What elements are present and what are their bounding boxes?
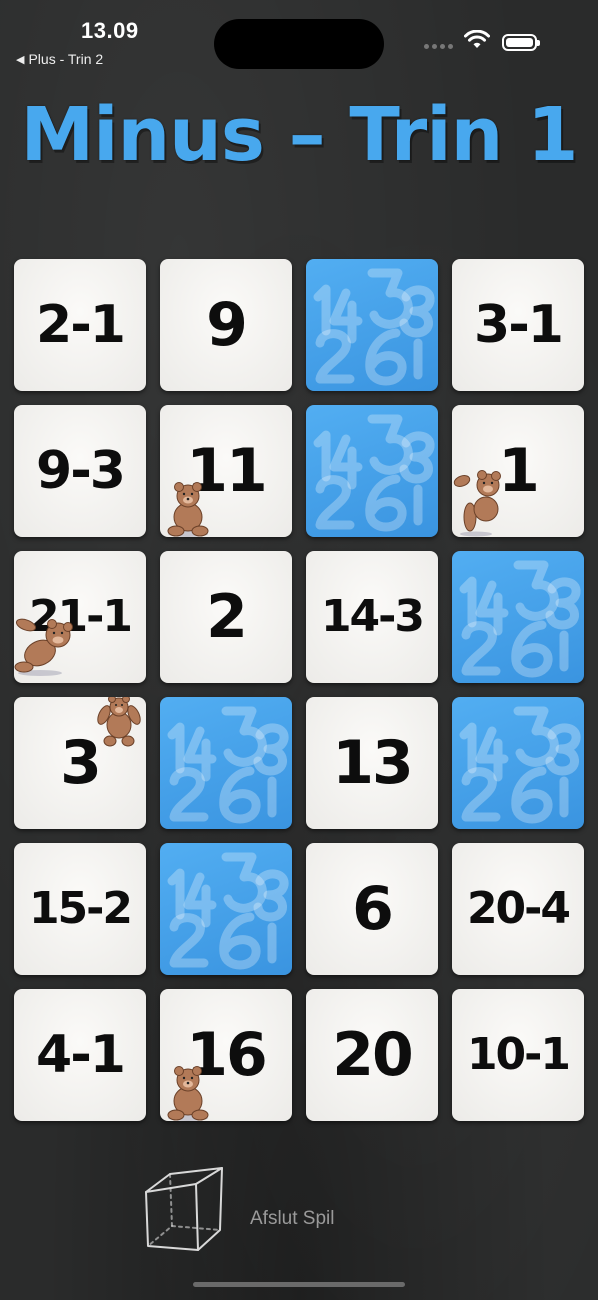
home-indicator[interactable]	[193, 1282, 405, 1287]
quit-game-button[interactable]: Afslut Spil	[250, 1208, 334, 1230]
memory-card[interactable]: 20-4	[452, 843, 584, 975]
memory-card-label: 2	[206, 582, 248, 652]
dynamic-island	[214, 19, 384, 69]
status-time: 13.09	[81, 18, 139, 43]
page-title: Minus – Trin 1	[20, 92, 578, 178]
memory-card-label: 2-1	[36, 295, 126, 355]
memory-card-label: 6	[352, 874, 394, 944]
memory-card-label: 4-1	[36, 1025, 126, 1085]
memory-card-label: 10-1	[466, 1029, 571, 1080]
cellular-signal-icon	[424, 44, 453, 49]
memory-card[interactable]: 21-1	[14, 551, 146, 683]
memory-card-facedown[interactable]	[160, 843, 292, 975]
memory-card-label: 20	[332, 1020, 413, 1090]
memory-card[interactable]: 20	[306, 989, 438, 1121]
memory-card-facedown[interactable]	[452, 697, 584, 829]
back-to-app-link[interactable]: ◀ Plus - Trin 2	[16, 51, 103, 67]
memory-card-label: 15-2	[28, 883, 133, 934]
memory-card[interactable]: 11	[160, 405, 292, 537]
memory-card[interactable]: 9-3	[14, 405, 146, 537]
battery-icon	[502, 34, 540, 51]
back-link-label: Plus - Trin 2	[28, 51, 104, 67]
memory-card-label: 9	[206, 290, 248, 360]
memory-card-label: 20-4	[466, 883, 571, 934]
memory-card[interactable]: 6	[306, 843, 438, 975]
memory-card[interactable]: 3-1	[452, 259, 584, 391]
wifi-icon	[464, 30, 490, 48]
memory-card[interactable]: 1	[452, 405, 584, 537]
memory-card[interactable]: 4-1	[14, 989, 146, 1121]
chalk-cube-icon[interactable]	[140, 1162, 226, 1258]
memory-card-label: 13	[332, 728, 413, 798]
memory-card[interactable]: 2-1	[14, 259, 146, 391]
teddy-bear-icon	[167, 482, 209, 537]
memory-card-label: 9-3	[36, 441, 126, 501]
memory-card-facedown[interactable]	[306, 259, 438, 391]
back-chevron-icon: ◀	[16, 53, 25, 66]
teddy-bear-icon	[167, 1066, 209, 1121]
memory-card[interactable]: 16	[160, 989, 292, 1121]
memory-card-label: 3-1	[474, 295, 564, 355]
memory-card-facedown[interactable]	[306, 405, 438, 537]
memory-card-label: 14-3	[320, 591, 425, 642]
memory-card[interactable]: 13	[306, 697, 438, 829]
memory-card[interactable]: 9	[160, 259, 292, 391]
memory-card[interactable]: 3	[14, 697, 146, 829]
memory-card[interactable]: 2	[160, 551, 292, 683]
memory-card[interactable]: 14-3	[306, 551, 438, 683]
memory-card[interactable]: 15-2	[14, 843, 146, 975]
teddy-bear-icon	[453, 470, 501, 537]
teddy-bear-icon	[97, 697, 141, 747]
teddy-bear-icon	[14, 618, 73, 676]
memory-card-facedown[interactable]	[452, 551, 584, 683]
memory-card-grid: 2-1 9 3-1 9-3 11 1 21-1 2 14-3 3 13 15-2…	[14, 259, 584, 1121]
memory-card[interactable]: 10-1	[452, 989, 584, 1121]
memory-card-facedown[interactable]	[160, 697, 292, 829]
